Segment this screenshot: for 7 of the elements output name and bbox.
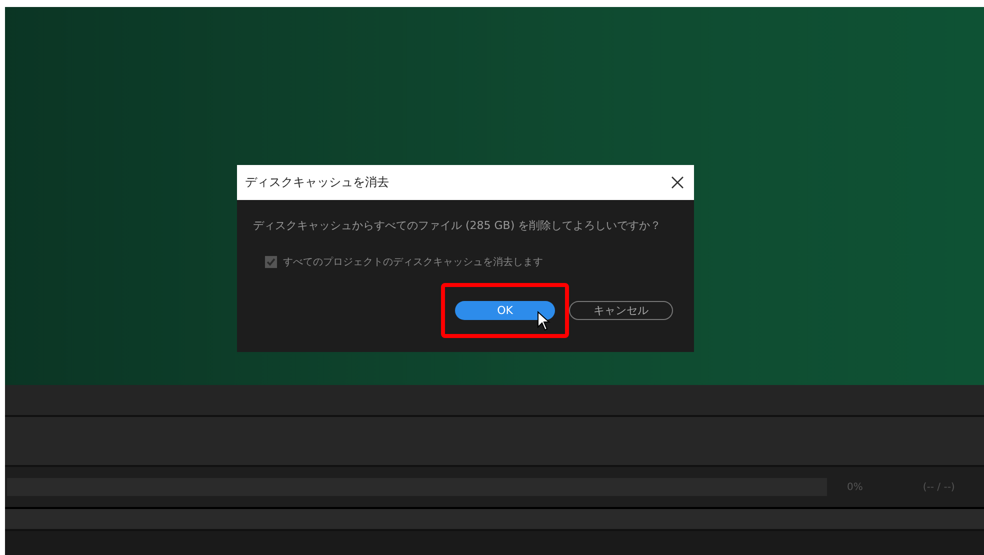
checkbox-label: すべてのプロジェクトのディスクキャッシュを消去します [283, 256, 543, 269]
progress-count: (-- / --) [922, 482, 955, 492]
close-icon[interactable] [671, 176, 684, 189]
dialog-title: ディスクキャッシュを消去 [245, 174, 389, 191]
dialog-message: ディスクキャッシュからすべてのファイル (285 GB) を削除してよろしいですか？ [253, 218, 662, 233]
cancel-button[interactable]: キャンセル [569, 301, 673, 320]
mouse-pointer-icon [537, 311, 551, 331]
